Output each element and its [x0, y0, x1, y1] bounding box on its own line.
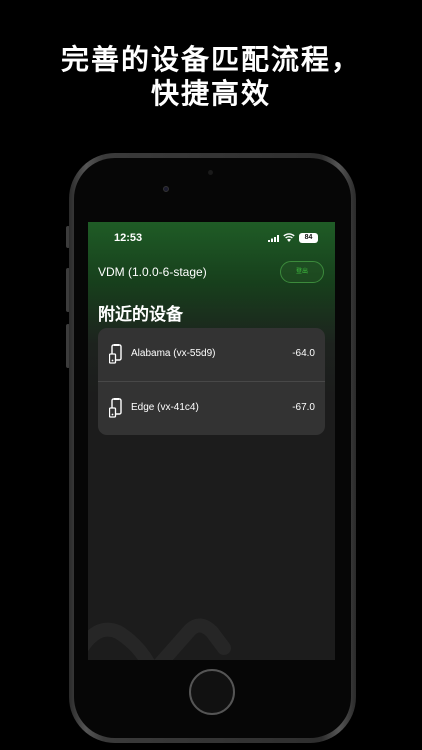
front-camera: [163, 186, 169, 192]
background-logo-watermark: [88, 618, 231, 660]
battery-indicator: 84: [299, 233, 318, 243]
device-rssi: -67.0: [292, 402, 315, 413]
cellular-signal-icon: [268, 235, 279, 242]
phone-device-icon: [109, 344, 122, 364]
device-list-item[interactable]: Edge (vx-41c4) -67.0: [98, 382, 325, 435]
device-name: Alabama (vx-55d9): [131, 348, 216, 359]
logout-button[interactable]: 登出: [280, 261, 324, 283]
device-rssi: -64.0: [292, 348, 315, 359]
status-bar: 12:53 84: [88, 222, 335, 256]
device-list-item[interactable]: Alabama (vx-55d9) -64.0: [98, 328, 325, 381]
device-list: Alabama (vx-55d9) -64.0 Edge (vx-41c4) -…: [98, 328, 325, 435]
status-time: 12:53: [114, 232, 143, 244]
app-screen: 12:53 84 VDM (1.0.0-6-stage) 登出 附近的设备 Al…: [88, 222, 335, 660]
headline-line-2: 快捷高效: [150, 77, 271, 110]
home-button: [189, 669, 235, 715]
app-title: VDM (1.0.0-6-stage): [98, 265, 207, 279]
phone-device-icon: [109, 398, 122, 418]
wifi-icon: [283, 233, 295, 242]
proximity-sensor: [208, 170, 213, 175]
device-name: Edge (vx-41c4): [131, 402, 199, 413]
section-title-nearby-devices: 附近的设备: [98, 305, 183, 325]
